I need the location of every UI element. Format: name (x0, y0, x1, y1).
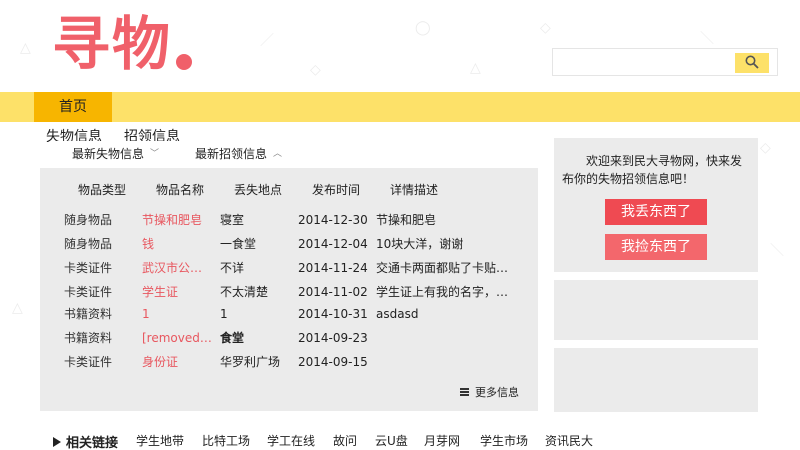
footer-link[interactable]: 比特工场 (202, 432, 250, 449)
cell-date: 2014-12-30 (298, 213, 368, 227)
cell-desc[interactable]: 学生证上有我的名字，对我... (376, 282, 518, 302)
table-row[interactable]: 随身物品 钱 一食堂 2014-12-04 10块大洋，谢谢 (40, 234, 538, 254)
table-row[interactable]: 书籍资料 1 1 2014-10-31 asdasd (40, 304, 538, 324)
table-row[interactable]: 卡类证件 学生证 不太清楚 2014-11-02 学生证上有我的名字，对我... (40, 282, 538, 302)
tab-latest-found[interactable]: 最新招领信息 ︿ (179, 141, 299, 168)
cell-location: 一食堂 (220, 237, 257, 251)
section-tab-lost[interactable]: 失物信息 (46, 126, 102, 142)
table-header: 物品类型 物品名称 丢失地点 发布时间 详情描述 (40, 181, 538, 199)
cell-name-link[interactable]: 武汉市公交... (142, 258, 212, 278)
column-header: 物品类型 (78, 183, 127, 197)
cell-desc[interactable]: 节操和肥皂 (376, 210, 518, 230)
side-panel-2 (554, 280, 758, 340)
related-links-title: 相关链接 (52, 432, 118, 450)
logo-text: 寻物 (52, 10, 173, 78)
tab-label: 最新失物信息 (72, 147, 145, 161)
cell-type: 卡类证件 (64, 285, 113, 299)
cell-type: 随身物品 (64, 237, 113, 251)
nav-item-home[interactable]: 首页 (34, 92, 112, 122)
table-row[interactable]: 随身物品 节操和肥皂 寝室 2014-12-30 节操和肥皂 (40, 210, 538, 230)
footer-link[interactable]: 学工在线 (267, 432, 315, 449)
footer-link[interactable]: 云U盘 (375, 432, 408, 449)
cell-date: 2014-09-23 (298, 331, 368, 345)
cell-location: 不详 (220, 261, 245, 275)
section-tabs: 失物信息 招领信息 (46, 126, 180, 142)
cell-date: 2014-11-02 (298, 285, 368, 299)
related-links-bar: 相关链接 学生地带 比特工场 学工在线 故问 云U盘 月芽网 学生市场 资讯民大 (40, 428, 758, 450)
cell-date: 2014-09-15 (298, 355, 368, 369)
more-info-link[interactable]: 更多信息 (460, 384, 519, 400)
table-row[interactable]: 书籍资料 [removed]a... 食堂 2014-09-23 (40, 328, 538, 348)
footer-link[interactable]: 资讯民大 (545, 432, 593, 449)
search-box (552, 48, 778, 76)
cell-name-link[interactable]: 节操和肥皂 (142, 210, 212, 230)
footer-link[interactable]: 月芽网 (424, 432, 460, 449)
found-item-button[interactable]: 我捡东西了 (605, 234, 707, 260)
chevron-up-icon: ︿ (273, 149, 283, 159)
listing-tabs: 最新失物信息 ﹀ 最新招领信息 ︿ (56, 141, 299, 168)
table-row[interactable]: 卡类证件 身份证 华罗利广场 2014-09-15 (40, 352, 538, 372)
column-header: 物品名称 (156, 183, 205, 197)
more-info-label: 更多信息 (475, 386, 519, 399)
side-panel-3 (554, 348, 758, 412)
cell-desc[interactable]: asdasd (376, 304, 518, 324)
search-input[interactable] (557, 52, 729, 72)
cell-type: 随身物品 (64, 213, 113, 227)
cell-location: 食堂 (220, 331, 245, 345)
cell-type: 书籍资料 (64, 331, 113, 345)
site-logo[interactable]: 寻物 (52, 4, 193, 84)
cell-location: 1 (220, 307, 228, 321)
cell-name-link[interactable]: 钱 (142, 234, 212, 254)
cell-location: 不太清楚 (220, 285, 269, 299)
cell-date: 2014-12-04 (298, 237, 368, 251)
tab-latest-lost[interactable]: 最新失物信息 ﹀ (56, 141, 176, 168)
search-button[interactable] (735, 53, 769, 73)
logo-dot (176, 54, 193, 70)
section-tab-found[interactable]: 招领信息 (124, 126, 180, 142)
chevron-down-icon: ﹀ (150, 149, 160, 159)
cell-date: 2014-10-31 (298, 307, 368, 321)
search-icon (745, 55, 759, 69)
cell-type: 书籍资料 (64, 307, 113, 321)
cell-date: 2014-11-24 (298, 261, 368, 275)
cell-name-link[interactable]: 1 (142, 304, 212, 324)
cell-name-link[interactable]: [removed]a... (142, 328, 212, 348)
list-icon (460, 388, 469, 396)
footer-link[interactable]: 故问 (333, 432, 357, 449)
link-icon (53, 436, 61, 447)
related-links-label: 相关链接 (66, 436, 119, 450)
main-nav: 首页 (0, 92, 800, 122)
table-row[interactable]: 卡类证件 武汉市公交... 不详 2014-11-24 交通卡两面都贴了卡贴，一… (40, 258, 538, 278)
footer-link[interactable]: 学生市场 (480, 432, 528, 449)
column-header: 丢失地点 (234, 183, 283, 197)
column-header: 详情描述 (390, 183, 439, 197)
cell-location: 寝室 (220, 213, 245, 227)
cell-name-link[interactable]: 学生证 (142, 282, 212, 302)
cell-desc[interactable]: 10块大洋，谢谢 (376, 234, 518, 254)
lost-item-button[interactable]: 我丢东西了 (605, 199, 707, 225)
footer-link[interactable]: 学生地带 (136, 432, 184, 449)
cell-name-link[interactable]: 身份证 (142, 352, 212, 372)
cell-desc[interactable]: 交通卡两面都贴了卡贴，一... (376, 258, 518, 278)
tab-label: 最新招领信息 (195, 147, 268, 161)
cell-location: 华罗利广场 (220, 355, 281, 369)
column-header: 发布时间 (312, 183, 361, 197)
cell-type: 卡类证件 (64, 261, 113, 275)
cell-type: 卡类证件 (64, 355, 113, 369)
welcome-text: 欢迎来到民大寻物网，快来发布你的失物招领信息吧！ (562, 154, 743, 186)
